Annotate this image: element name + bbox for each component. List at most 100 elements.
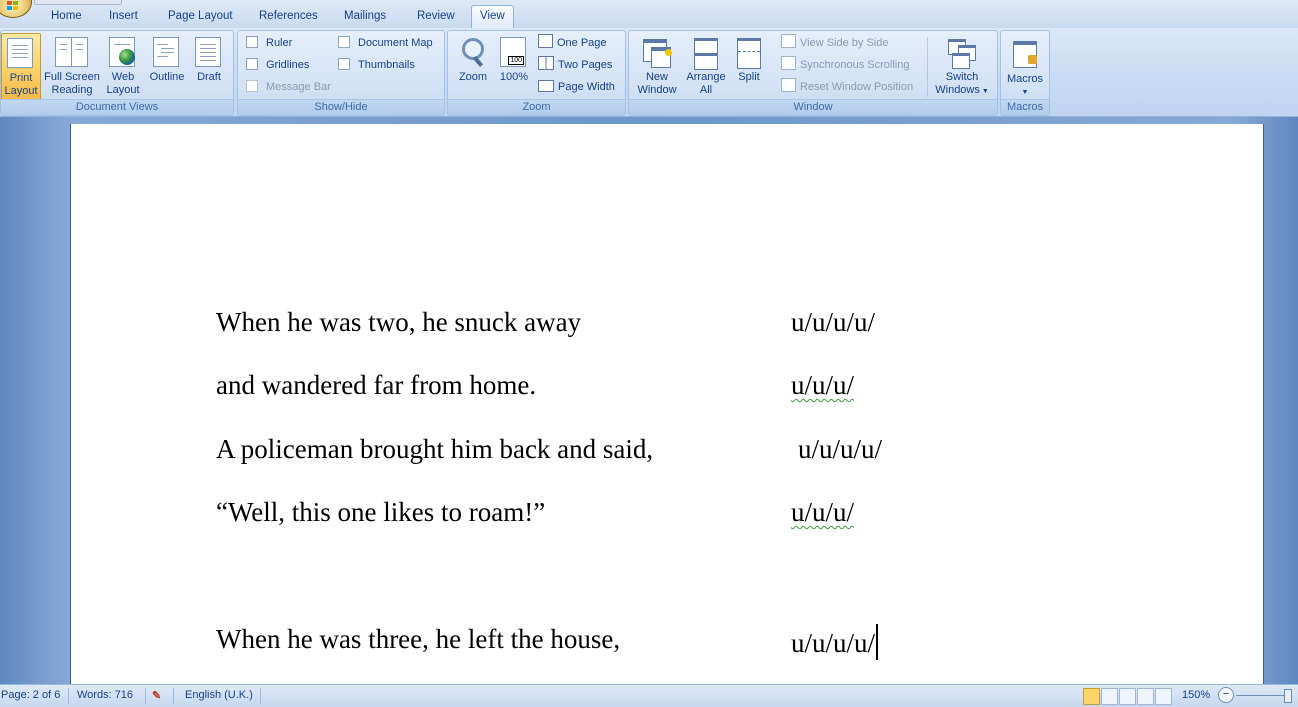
one-page-button[interactable]: One Page [538,34,607,52]
meter-line-3[interactable]: u/u/u/u/ [798,434,882,465]
two-pages-label: Two Pages [558,59,613,71]
group-document-views: Print Layout Full Screen Reading Web Lay… [0,30,234,116]
new-window-label-1: New [645,71,668,83]
full-screen-reading-label-1: Full Screen [44,71,100,83]
poem-line-4[interactable]: “Well, this one likes to roam!” [216,497,545,528]
window-group-label: Window [629,99,997,115]
text-cursor [876,624,879,660]
document-page[interactable]: When he was two, he snuck away u/u/u/u/ … [71,124,1263,684]
zoom-level[interactable]: 150% [1182,689,1210,701]
tab-review[interactable]: Review [409,6,463,26]
gridlines-checkbox-box[interactable] [246,58,258,70]
zoom-label: Zoom [458,71,488,83]
full-screen-reading-label-2: Reading [51,84,93,96]
split-icon [735,37,763,69]
zoom-100-label: 100% [499,71,529,83]
arrange-all-label-2: All [699,84,713,96]
message-bar-checkbox: Message Bar [246,78,331,96]
reset-window-position-icon [781,78,796,92]
outline-view-icon[interactable] [1137,688,1154,705]
tab-home[interactable]: Home [43,6,90,26]
page-width-icon [538,80,554,92]
draft-button[interactable]: Draft [191,33,227,84]
document-map-checkbox-box[interactable] [338,36,350,48]
meter-line-4[interactable]: u/u/u/ [791,497,854,528]
split-label: Split [738,71,760,83]
meter-line-1[interactable]: u/u/u/u/ [791,307,875,338]
two-pages-button[interactable]: Two Pages [538,56,612,74]
group-show-hide: Ruler Gridlines Message Bar Document Map… [237,30,445,116]
poem-line-3[interactable]: A policeman brought him back and said, [216,434,653,465]
document-workspace[interactable]: When he was two, he snuck away u/u/u/u/ … [0,117,1298,684]
word-count[interactable]: Words: 716 [77,689,133,701]
macros-group-label: Macros [1001,99,1049,115]
dropdown-arrow-icon: ▼ [979,88,989,95]
thumbnails-checkbox-box[interactable] [338,58,350,70]
page-width-label: Page Width [558,81,615,93]
switch-windows-button[interactable]: Switch Windows ▼ [931,33,993,98]
reset-window-position-button: Reset Window Position [781,78,913,96]
web-layout-label-2: Layout [106,84,140,96]
draft-view-icon[interactable] [1155,688,1172,705]
poem-line-2[interactable]: and wandered far from home. [216,370,536,401]
tab-insert[interactable]: Insert [101,6,146,26]
web-layout-button[interactable]: Web Layout [104,33,142,97]
split-button[interactable]: Split [731,33,767,84]
ruler-checkbox[interactable]: Ruler [246,34,292,52]
office-button[interactable] [0,0,32,18]
web-layout-label-1: Web [111,71,135,83]
macros-dropdown-icon: ▼ [1021,89,1029,96]
language-indicator[interactable]: English (U.K.) [185,689,253,701]
zoom-slider-thumb[interactable] [1284,689,1292,703]
view-side-by-side-button: View Side by Side [781,34,888,52]
zoom-button[interactable]: Zoom [452,33,494,84]
full-screen-reading-icon [55,37,89,67]
one-page-label: One Page [557,37,607,49]
print-layout-button[interactable]: Print Layout [1,33,41,101]
meter-line-5-text: u/u/u/u/ [791,628,876,658]
arrange-all-label-1: Arrange [686,71,726,83]
arrange-all-button[interactable]: Arrange All [683,33,729,97]
zoom-100-button[interactable]: 100 100% [496,33,532,84]
web-layout-view-icon[interactable] [1119,688,1136,705]
poem-line-5[interactable]: When he was three, he left the house, [216,624,620,655]
ruler-label: Ruler [266,37,293,49]
tab-page-layout[interactable]: Page Layout [160,6,241,26]
draft-icon [195,37,223,67]
document-map-checkbox[interactable]: Document Map [338,34,433,52]
gridlines-checkbox[interactable]: Gridlines [246,56,309,74]
zoom-out-icon[interactable]: − [1218,687,1234,703]
tab-mailings[interactable]: Mailings [336,6,394,26]
arrange-all-icon [692,37,720,70]
page-indicator[interactable]: Page: 2 of 6 [1,689,60,701]
message-bar-label: Message Bar [266,81,331,93]
show-hide-label: Show/Hide [238,99,444,115]
new-window-button[interactable]: New Window [633,33,681,97]
full-screen-reading-view-icon[interactable] [1101,688,1118,705]
gridlines-label: Gridlines [266,59,310,71]
meter-line-5[interactable]: u/u/u/u/ [791,624,879,660]
outline-button[interactable]: Outline [145,33,189,84]
magnifier-icon [459,37,487,67]
print-layout-view-icon[interactable] [1083,688,1100,705]
proofing-error-icon[interactable]: ✎ [152,689,161,702]
full-screen-reading-button[interactable]: Full Screen Reading [43,33,101,97]
quick-access-toolbar[interactable] [34,0,122,5]
tab-view[interactable]: View [471,5,514,29]
zoom-slider-track[interactable] [1236,695,1288,696]
group-macros: Macros ▼ Macros [1000,30,1050,116]
macros-icon [1011,39,1039,69]
meter-line-2[interactable]: u/u/u/ [791,370,854,401]
poem-line-1[interactable]: When he was two, he snuck away [216,307,581,338]
tab-references[interactable]: References [251,6,326,26]
page-width-button[interactable]: Page Width [538,78,615,96]
group-zoom: Zoom 100 100% One Page Two Pages Page Wi… [447,30,626,116]
zoom-group-label: Zoom [448,99,625,115]
thumbnails-checkbox[interactable]: Thumbnails [338,56,415,74]
web-layout-icon [109,37,137,67]
reset-window-position-label: Reset Window Position [800,81,914,93]
ruler-checkbox-box[interactable] [246,36,258,48]
macros-button[interactable]: Macros ▼ [1003,33,1047,99]
outline-icon [153,37,181,67]
side-by-side-icon [781,34,796,48]
